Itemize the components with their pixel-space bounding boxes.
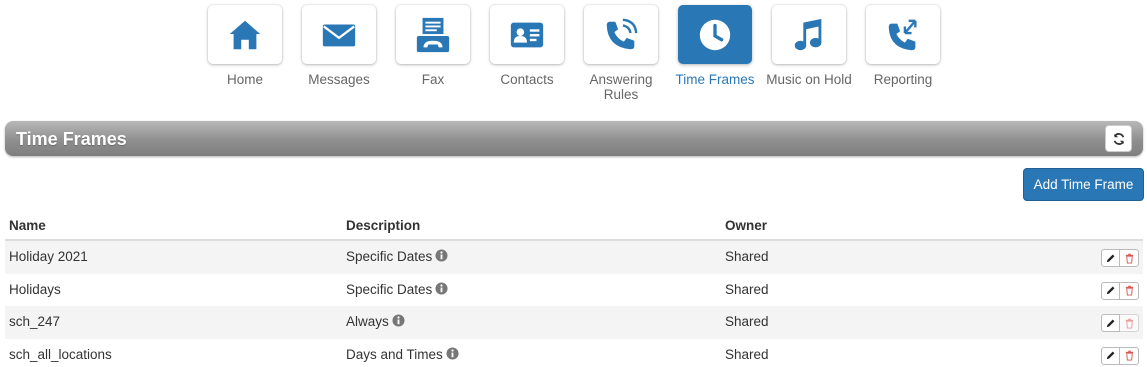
row-owner: Shared: [725, 314, 769, 329]
row-description-text: Days and Times: [346, 346, 443, 362]
pencil-icon: [1106, 254, 1115, 262]
nav-tile-reporting[interactable]: [866, 5, 940, 64]
column-header-name[interactable]: Name: [9, 218, 46, 233]
nav-tile-contacts[interactable]: [490, 5, 564, 64]
delete-button[interactable]: [1120, 249, 1139, 267]
clock-icon: [699, 19, 731, 50]
delete-button[interactable]: [1120, 314, 1139, 332]
row-owner: Shared: [725, 346, 769, 362]
row-name: sch_all_locations: [9, 346, 112, 362]
nav-tile-fax[interactable]: [396, 5, 470, 64]
table-row[interactable]: Holidays Specific Dates Shared: [5, 274, 1143, 307]
nav-label-music-on-hold: Music on Hold: [766, 72, 852, 87]
table-row[interactable]: Holiday 2021 Specific Dates Shared: [5, 241, 1143, 274]
info-icon[interactable]: [446, 346, 459, 360]
row-name: Holidays: [9, 281, 61, 297]
row-actions: [1101, 281, 1139, 300]
refresh-button[interactable]: [1105, 125, 1132, 152]
nav-label-time-frames: Time Frames: [675, 72, 755, 87]
column-header-description[interactable]: Description: [346, 218, 420, 233]
fax-icon: [416, 17, 450, 52]
contact-card-icon: [510, 22, 544, 47]
info-icon[interactable]: [435, 249, 448, 262]
row-description-text: Specific Dates: [346, 281, 433, 297]
nav-item-answering-rules[interactable]: Answering Rules: [584, 5, 658, 102]
nav-item-home[interactable]: Home: [208, 5, 282, 87]
trash-icon: [1125, 350, 1133, 361]
delete-button[interactable]: [1120, 346, 1139, 365]
time-frames-table: Name Description Owner Holiday 2021 Spec…: [5, 208, 1143, 367]
nav-item-reporting[interactable]: Reporting: [866, 5, 940, 87]
refresh-icon: [1113, 132, 1124, 145]
edit-button[interactable]: [1101, 346, 1120, 365]
envelope-icon: [322, 24, 356, 46]
nav-tile-answering-rules[interactable]: [584, 5, 658, 64]
row-description: Days and Times: [346, 347, 459, 362]
pencil-icon: [1106, 286, 1115, 295]
table-row[interactable]: sch_247 Always Shared: [5, 306, 1143, 339]
edit-button[interactable]: [1101, 249, 1120, 267]
trash-icon: [1125, 253, 1133, 264]
row-owner: Shared: [725, 281, 769, 297]
nav-label-home: Home: [226, 72, 263, 87]
row-actions: [1101, 314, 1139, 332]
info-icon[interactable]: [435, 281, 448, 295]
nav-label-fax: Fax: [421, 72, 445, 87]
trash-icon: [1125, 318, 1133, 329]
row-description-text: Always: [346, 314, 389, 329]
edit-button[interactable]: [1101, 314, 1120, 332]
nav-tile-music-on-hold[interactable]: [772, 5, 846, 64]
add-time-frame-button[interactable]: Add Time Frame: [1023, 168, 1144, 201]
row-description: Always: [346, 314, 405, 329]
row-owner: Shared: [725, 249, 769, 264]
nav-label-answering-rules: Answering Rules: [589, 72, 653, 102]
pencil-icon: [1106, 319, 1115, 327]
nav-label-messages: Messages: [308, 72, 370, 87]
home-icon: [229, 20, 261, 49]
nav-tile-home[interactable]: [208, 5, 282, 64]
music-note-icon: [794, 18, 822, 50]
row-description: Specific Dates: [346, 249, 448, 264]
row-description-text: Specific Dates: [346, 249, 433, 264]
nav-label-reporting: Reporting: [873, 72, 933, 87]
row-actions: [1101, 346, 1139, 365]
nav-item-contacts[interactable]: Contacts: [490, 5, 564, 87]
call-report-icon: [888, 19, 917, 50]
row-description: Specific Dates: [346, 282, 448, 297]
info-icon[interactable]: [392, 314, 405, 327]
nav-label-contacts: Contacts: [500, 72, 554, 87]
table-body: Holiday 2021 Specific Dates Shared Holid…: [5, 241, 1143, 367]
delete-button[interactable]: [1120, 281, 1139, 300]
phone-rules-icon: [606, 18, 638, 49]
nav-tile-time-frames[interactable]: [678, 5, 752, 64]
nav-tile-messages[interactable]: [302, 5, 376, 64]
row-name: sch_247: [9, 314, 61, 329]
pencil-icon: [1106, 351, 1115, 360]
nav-item-time-frames[interactable]: Time Frames: [675, 5, 755, 87]
trash-icon: [1125, 285, 1133, 296]
row-actions: [1101, 249, 1139, 267]
column-header-owner[interactable]: Owner: [725, 218, 767, 233]
table-header: Name Description Owner: [5, 208, 1143, 241]
nav-item-messages[interactable]: Messages: [302, 5, 376, 87]
edit-button[interactable]: [1101, 281, 1120, 300]
nav-item-fax[interactable]: Fax: [396, 5, 470, 87]
nav-item-music-on-hold[interactable]: Music on Hold: [766, 5, 852, 87]
section-header: Time Frames: [5, 121, 1143, 156]
row-name: Holiday 2021: [9, 249, 88, 264]
table-row[interactable]: sch_all_locations Days and Times Shared: [5, 339, 1143, 367]
section-title: Time Frames: [16, 129, 127, 149]
